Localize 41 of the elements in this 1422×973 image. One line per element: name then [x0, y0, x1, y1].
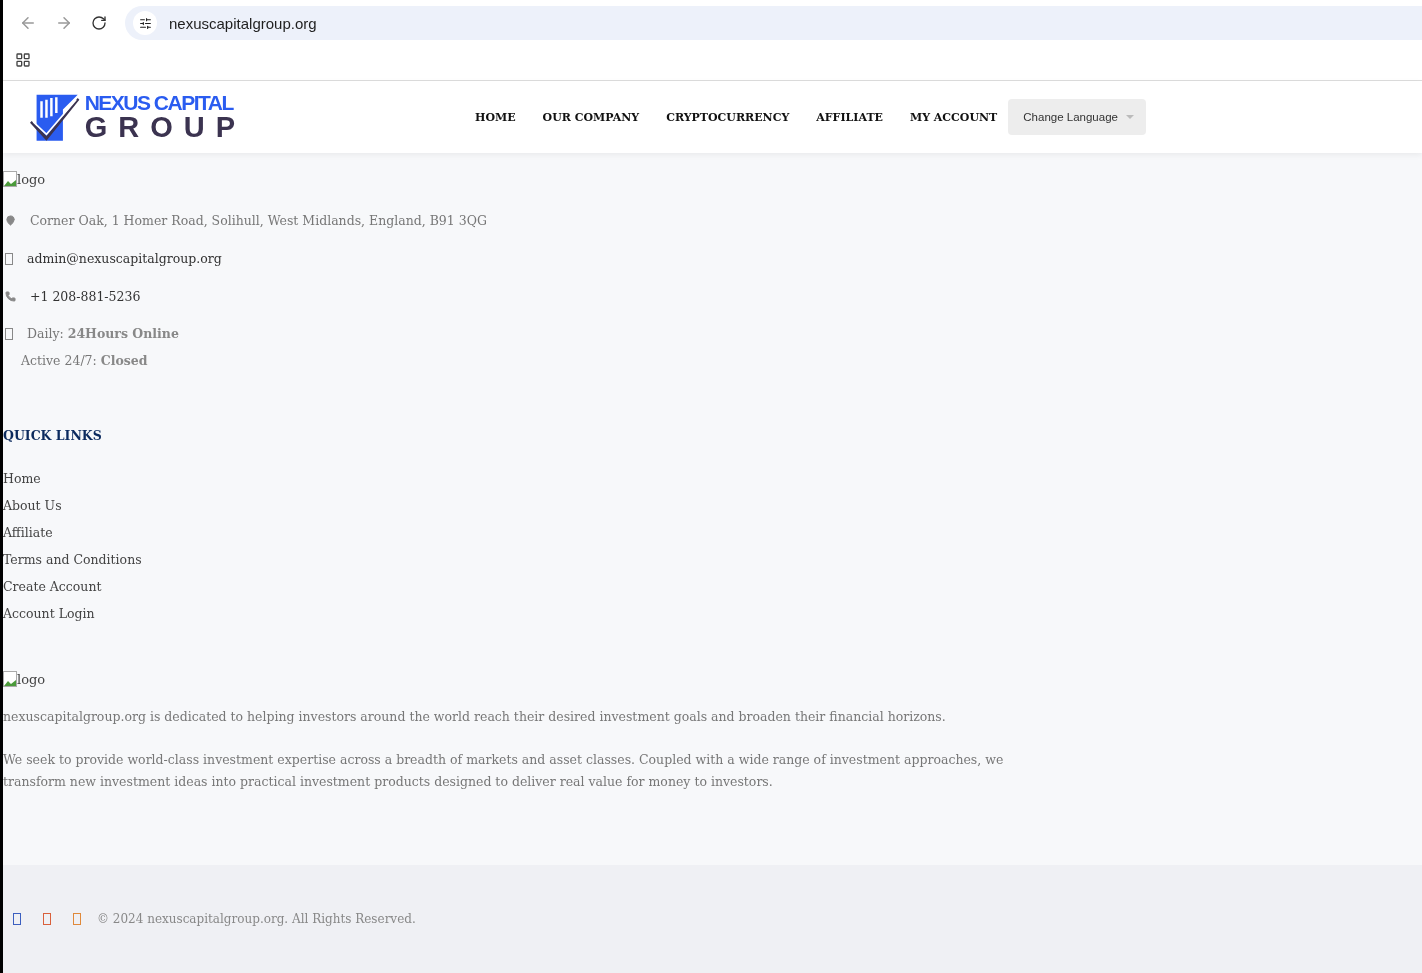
footer-link[interactable]: Affiliate: [3, 525, 1422, 540]
phone-text: +1 208-881-5236: [30, 289, 141, 304]
broken-image-icon: [3, 171, 17, 187]
image-alt-text: logo: [17, 171, 46, 187]
hours-text: Active 24/7: Closed: [21, 353, 148, 368]
hours-text: Daily: 24Hours Online: [27, 326, 179, 341]
address-bar[interactable]: nexuscapitalgroup.org: [125, 6, 1422, 40]
missing-glyph-icon: [5, 252, 13, 265]
nav-link[interactable]: HOME: [475, 110, 516, 124]
apps-icon[interactable]: [15, 52, 31, 68]
footer-link[interactable]: Terms and Conditions: [3, 552, 1422, 567]
footer-link[interactable]: Account Login: [3, 606, 1422, 621]
logo-text: NEXUS CAPITAL: [84, 92, 235, 113]
email-text: admin@nexuscapitalgroup.org: [27, 251, 222, 266]
section-heading: QUICK LINKS: [3, 428, 103, 443]
company-logo[interactable]: NEXUS CAPITAL GROUP: [30, 86, 246, 148]
caret-icon: [1125, 115, 1134, 119]
image-alt-text: logo: [17, 671, 46, 687]
missing-glyph-icon: [5, 327, 13, 340]
nav-link[interactable]: AFFILIATE: [816, 110, 883, 124]
logo-text: GROUP: [84, 113, 246, 142]
social-icon[interactable]: [43, 913, 51, 925]
footer-link[interactable]: About Us: [3, 498, 1422, 513]
language-dropdown[interactable]: Change Language: [1008, 99, 1146, 135]
location-pin-icon: [5, 215, 16, 226]
footer-link[interactable]: Home: [3, 471, 1422, 486]
reload-icon[interactable]: [91, 15, 107, 31]
nav-link[interactable]: CRYPTOCURRENCY: [666, 110, 790, 124]
nav-link[interactable]: OUR COMPANY: [542, 110, 640, 124]
social-icon[interactable]: [13, 913, 21, 925]
back-icon[interactable]: [19, 14, 37, 32]
nav-link[interactable]: MY ACCOUNT: [909, 110, 998, 124]
footer-link[interactable]: Create Account: [3, 579, 1422, 594]
forward-icon[interactable]: [55, 14, 73, 32]
address-text: Corner Oak, 1 Homer Road, Solihull, West Midlands, England, B91 3QG: [30, 213, 487, 228]
phone-icon: [5, 291, 16, 302]
copyright-text: © 2024 nexuscapitalgroup.org. All Rights Reserved.: [97, 912, 416, 926]
site-settings-icon[interactable]: [138, 16, 152, 30]
broken-image-icon: [3, 671, 17, 687]
about-paragraph: nexuscapitalgroup.org is dedicated to helping investors around the world reach their desired investment goals and broaden their financial horizons.: [3, 708, 947, 726]
about-paragraph: We seek to provide world-class investment expertise across a breadth of markets and asset classes. Coupled with a wide range of investment approaches, we transform new investment ideas into practical investment products designed to deliver real value for money to investors.: [3, 751, 1005, 791]
